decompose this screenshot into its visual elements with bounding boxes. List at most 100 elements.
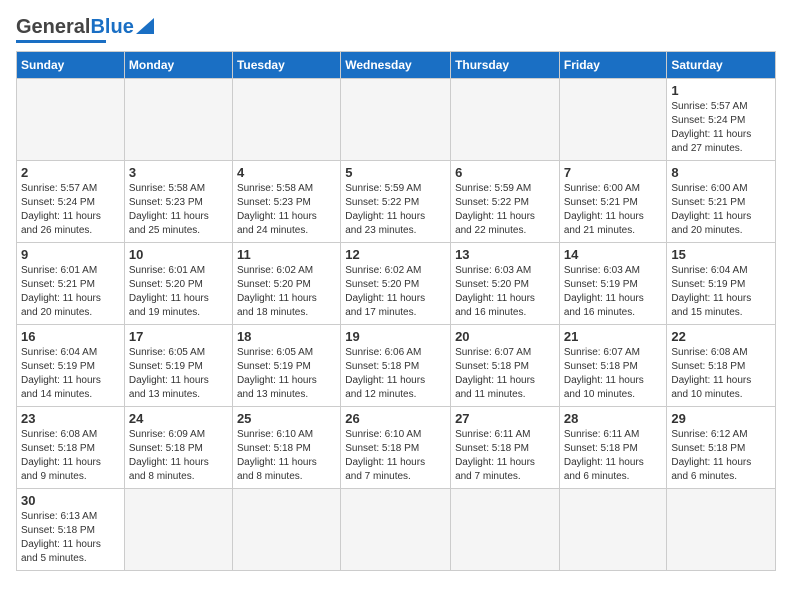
calendar-day-cell xyxy=(559,489,667,571)
day-info: Sunrise: 6:12 AM Sunset: 5:18 PM Dayligh… xyxy=(671,428,771,484)
day-info: Sunrise: 6:04 AM Sunset: 5:19 PM Dayligh… xyxy=(671,264,771,320)
day-number: 11 xyxy=(237,247,336,262)
day-number: 26 xyxy=(345,411,446,426)
calendar-week-row: 9Sunrise: 6:01 AM Sunset: 5:21 PM Daylig… xyxy=(17,243,776,325)
calendar-body: 1 Sunrise: 5:57 AM Sunset: 5:24 PM Daylig… xyxy=(17,79,776,571)
calendar-day-cell: 4Sunrise: 5:58 AM Sunset: 5:23 PM Daylig… xyxy=(232,161,340,243)
day-number: 19 xyxy=(345,329,446,344)
day-info: Sunrise: 6:09 AM Sunset: 5:18 PM Dayligh… xyxy=(129,428,228,484)
logo-underline xyxy=(16,40,106,43)
day-info: Sunrise: 6:02 AM Sunset: 5:20 PM Dayligh… xyxy=(345,264,446,320)
day-number: 3 xyxy=(129,165,228,180)
calendar-day-cell: 18Sunrise: 6:05 AM Sunset: 5:19 PM Dayli… xyxy=(232,325,340,407)
day-info: Sunrise: 6:01 AM Sunset: 5:20 PM Dayligh… xyxy=(129,264,228,320)
calendar-day-cell: 8Sunrise: 6:00 AM Sunset: 5:21 PM Daylig… xyxy=(667,161,776,243)
calendar-day-cell xyxy=(341,79,451,161)
logo-blue-text: Blue xyxy=(90,16,133,39)
calendar-day-cell: 13 Sunrise: 6:03 AM Sunset: 5:20 PM Dayli… xyxy=(451,243,560,325)
calendar-day-cell xyxy=(559,79,667,161)
calendar-day-cell: 16Sunrise: 6:04 AM Sunset: 5:19 PM Dayli… xyxy=(17,325,125,407)
calendar-day-cell: 12 Sunrise: 6:02 AM Sunset: 5:20 PM Dayli… xyxy=(341,243,451,325)
calendar-day-cell: 28 Sunrise: 6:11 AM Sunset: 5:18 PM Dayli… xyxy=(559,407,667,489)
calendar-day-cell xyxy=(17,79,125,161)
day-number: 22 xyxy=(671,329,771,344)
calendar-week-row: 16Sunrise: 6:04 AM Sunset: 5:19 PM Dayli… xyxy=(17,325,776,407)
calendar-day-cell: 25Sunrise: 6:10 AM Sunset: 5:18 PM Dayli… xyxy=(232,407,340,489)
calendar-day-cell: 6 Sunrise: 5:59 AM Sunset: 5:22 PM Daylig… xyxy=(451,161,560,243)
day-info: Sunrise: 6:13 AM Sunset: 5:18 PM Dayligh… xyxy=(21,510,120,566)
logo: General Blue xyxy=(16,16,154,43)
calendar-day-cell: 5Sunrise: 5:59 AM Sunset: 5:22 PM Daylig… xyxy=(341,161,451,243)
calendar-day-cell xyxy=(232,489,340,571)
calendar-day-cell: 27Sunrise: 6:11 AM Sunset: 5:18 PM Dayli… xyxy=(451,407,560,489)
calendar-day-cell xyxy=(232,79,340,161)
logo-text: General xyxy=(16,16,90,39)
day-info: Sunrise: 6:11 AM Sunset: 5:18 PM Dayligh… xyxy=(455,428,555,484)
day-number: 12 xyxy=(345,247,446,262)
calendar-day-cell: 9Sunrise: 6:01 AM Sunset: 5:21 PM Daylig… xyxy=(17,243,125,325)
day-number: 17 xyxy=(129,329,228,344)
calendar-day-cell: 21 Sunrise: 6:07 AM Sunset: 5:18 PM Dayli… xyxy=(559,325,667,407)
calendar-day-cell xyxy=(341,489,451,571)
calendar-day-cell: 20Sunrise: 6:07 AM Sunset: 5:18 PM Dayli… xyxy=(451,325,560,407)
calendar-day-cell xyxy=(124,79,232,161)
day-info: Sunrise: 6:02 AM Sunset: 5:20 PM Dayligh… xyxy=(237,264,336,320)
calendar-day-cell xyxy=(451,79,560,161)
calendar-week-row: 23Sunrise: 6:08 AM Sunset: 5:18 PM Dayli… xyxy=(17,407,776,489)
day-info: Sunrise: 5:58 AM Sunset: 5:23 PM Dayligh… xyxy=(129,182,228,238)
calendar-day-cell: 19 Sunrise: 6:06 AM Sunset: 5:18 PM Dayli… xyxy=(341,325,451,407)
calendar-day-cell: 29 Sunrise: 6:12 AM Sunset: 5:18 PM Dayli… xyxy=(667,407,776,489)
calendar-day-cell: 3 Sunrise: 5:58 AM Sunset: 5:23 PM Daylig… xyxy=(124,161,232,243)
calendar-day-cell: 17 Sunrise: 6:05 AM Sunset: 5:19 PM Dayli… xyxy=(124,325,232,407)
day-number: 20 xyxy=(455,329,555,344)
day-info: Sunrise: 6:08 AM Sunset: 5:18 PM Dayligh… xyxy=(21,428,120,484)
calendar-day-cell: 2Sunrise: 5:57 AM Sunset: 5:24 PM Daylig… xyxy=(17,161,125,243)
calendar-day-cell xyxy=(667,489,776,571)
calendar-day-cell: 15Sunrise: 6:04 AM Sunset: 5:19 PM Dayli… xyxy=(667,243,776,325)
day-info: Sunrise: 6:05 AM Sunset: 5:19 PM Dayligh… xyxy=(237,346,336,402)
day-info: Sunrise: 6:07 AM Sunset: 5:18 PM Dayligh… xyxy=(564,346,663,402)
calendar-table: SundayMondayTuesdayWednesdayThursdayFrid… xyxy=(16,51,776,571)
weekday-header-thursday: Thursday xyxy=(451,52,560,79)
day-number: 14 xyxy=(564,247,663,262)
calendar-week-row: 1 Sunrise: 5:57 AM Sunset: 5:24 PM Daylig… xyxy=(17,79,776,161)
calendar-day-cell: 14Sunrise: 6:03 AM Sunset: 5:19 PM Dayli… xyxy=(559,243,667,325)
day-info: Sunrise: 6:11 AM Sunset: 5:18 PM Dayligh… xyxy=(564,428,663,484)
day-info: Sunrise: 6:01 AM Sunset: 5:21 PM Dayligh… xyxy=(21,264,120,320)
day-info: Sunrise: 5:59 AM Sunset: 5:22 PM Dayligh… xyxy=(455,182,555,238)
weekday-header-friday: Friday xyxy=(559,52,667,79)
calendar-day-cell xyxy=(451,489,560,571)
day-number: 29 xyxy=(671,411,771,426)
calendar-header: SundayMondayTuesdayWednesdayThursdayFrid… xyxy=(17,52,776,79)
weekday-header-row: SundayMondayTuesdayWednesdayThursdayFrid… xyxy=(17,52,776,79)
day-info: Sunrise: 5:57 AM Sunset: 5:24 PM Dayligh… xyxy=(671,100,771,156)
weekday-header-wednesday: Wednesday xyxy=(341,52,451,79)
day-number: 6 xyxy=(455,165,555,180)
calendar-day-cell: 24Sunrise: 6:09 AM Sunset: 5:18 PM Dayli… xyxy=(124,407,232,489)
day-info: Sunrise: 6:10 AM Sunset: 5:18 PM Dayligh… xyxy=(345,428,446,484)
day-number: 1 xyxy=(671,83,771,98)
weekday-header-tuesday: Tuesday xyxy=(232,52,340,79)
day-info: Sunrise: 5:59 AM Sunset: 5:22 PM Dayligh… xyxy=(345,182,446,238)
header: General Blue xyxy=(16,16,776,43)
calendar-day-cell: 10Sunrise: 6:01 AM Sunset: 5:20 PM Dayli… xyxy=(124,243,232,325)
day-info: Sunrise: 6:08 AM Sunset: 5:18 PM Dayligh… xyxy=(671,346,771,402)
day-info: Sunrise: 6:00 AM Sunset: 5:21 PM Dayligh… xyxy=(671,182,771,238)
day-info: Sunrise: 6:04 AM Sunset: 5:19 PM Dayligh… xyxy=(21,346,120,402)
calendar-day-cell: 11 Sunrise: 6:02 AM Sunset: 5:20 PM Dayli… xyxy=(232,243,340,325)
calendar-day-cell: 30Sunrise: 6:13 AM Sunset: 5:18 PM Dayli… xyxy=(17,489,125,571)
day-info: Sunrise: 6:06 AM Sunset: 5:18 PM Dayligh… xyxy=(345,346,446,402)
day-info: Sunrise: 6:05 AM Sunset: 5:19 PM Dayligh… xyxy=(129,346,228,402)
day-info: Sunrise: 6:10 AM Sunset: 5:18 PM Dayligh… xyxy=(237,428,336,484)
day-info: Sunrise: 5:57 AM Sunset: 5:24 PM Dayligh… xyxy=(21,182,120,238)
weekday-header-saturday: Saturday xyxy=(667,52,776,79)
day-number: 4 xyxy=(237,165,336,180)
day-number: 28 xyxy=(564,411,663,426)
day-number: 21 xyxy=(564,329,663,344)
day-number: 13 xyxy=(455,247,555,262)
day-info: Sunrise: 6:03 AM Sunset: 5:20 PM Dayligh… xyxy=(455,264,555,320)
calendar-day-cell: 22 Sunrise: 6:08 AM Sunset: 5:18 PM Dayli… xyxy=(667,325,776,407)
day-number: 7 xyxy=(564,165,663,180)
calendar-week-row: 30Sunrise: 6:13 AM Sunset: 5:18 PM Dayli… xyxy=(17,489,776,571)
calendar-day-cell: 26 Sunrise: 6:10 AM Sunset: 5:18 PM Dayli… xyxy=(341,407,451,489)
